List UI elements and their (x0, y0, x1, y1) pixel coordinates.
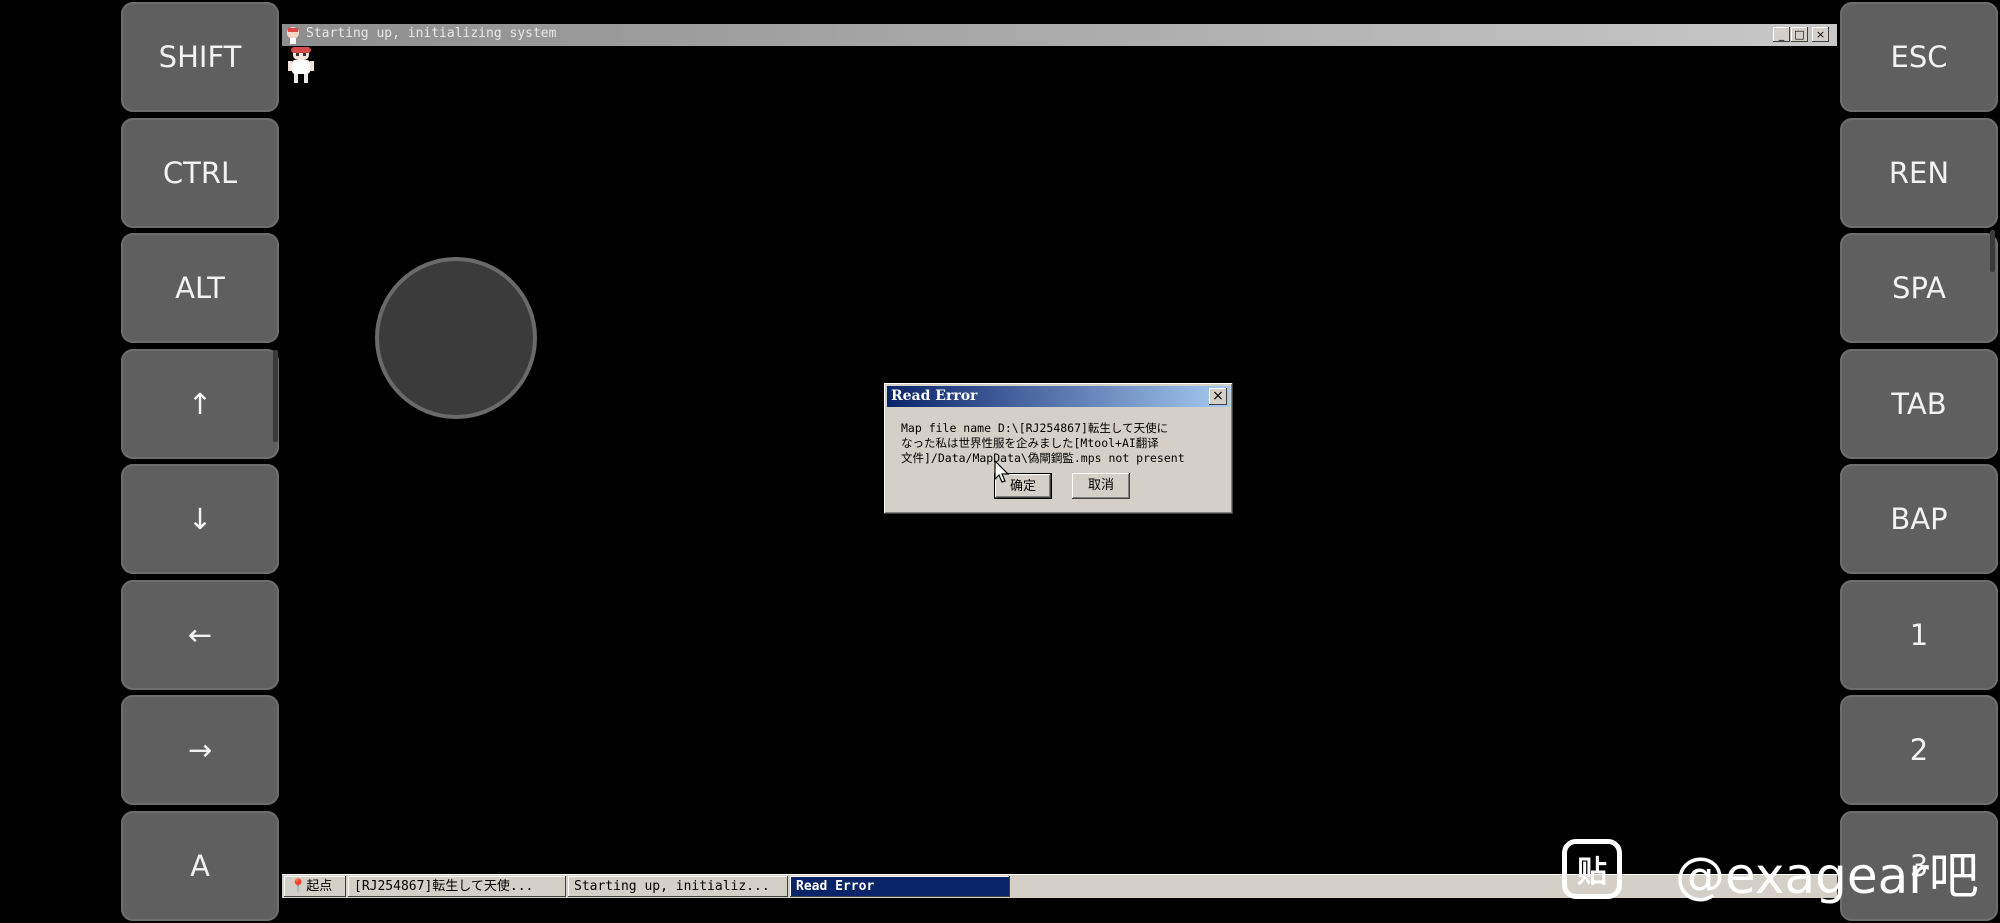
key-esc[interactable]: ESC (1840, 2, 1998, 112)
key-alt[interactable]: ALT (121, 233, 279, 343)
dialog-message-line: なった私は世界性服を企みました[Mtool+AI翻译 (901, 436, 1159, 450)
virtual-joystick[interactable] (375, 257, 537, 419)
key-tab[interactable]: TAB (1840, 349, 1998, 459)
start-button[interactable]: 📍起点 (284, 876, 346, 897)
app-icon (287, 27, 299, 44)
taskbar-item-game[interactable]: [RJ254867]転生して天使... (348, 876, 566, 897)
key-shift[interactable]: SHIFT (121, 2, 279, 112)
left-scrollbar-thumb[interactable] (273, 350, 278, 442)
close-button[interactable]: × (1812, 27, 1829, 42)
window-titlebar[interactable]: Starting up, initializing system _ □ × (282, 24, 1837, 46)
key-up-arrow[interactable]: ↑ (121, 349, 279, 459)
dialog-title: Read Error (891, 388, 978, 404)
dialog-titlebar[interactable]: Read Error × (887, 386, 1230, 407)
maximize-button[interactable]: □ (1791, 27, 1808, 42)
start-pin-icon: 📍 (290, 879, 307, 894)
key-left-arrow[interactable]: ← (121, 580, 279, 690)
dialog-message-line: Map file name D:\[RJ254867]転生して天使に (901, 421, 1169, 435)
window-title: Starting up, initializing system (306, 26, 557, 41)
key-ren[interactable]: REN (1840, 118, 1998, 228)
key-right-arrow[interactable]: → (121, 695, 279, 805)
key-bap[interactable]: BAP (1840, 464, 1998, 574)
read-error-dialog: Read Error × Map file name D:\[RJ254867]… (884, 383, 1233, 514)
emulator-screen: SHIFT CTRL ALT ↑ ↓ ← → A ESC REN SPA TAB… (0, 0, 2000, 923)
key-a[interactable]: A (121, 811, 279, 921)
key-spa[interactable]: SPA (1840, 233, 1998, 343)
taskbar-item-startup[interactable]: Starting up, initializ... (568, 876, 788, 897)
right-scrollbar-thumb[interactable] (1990, 230, 1995, 272)
tieba-logo-icon: 贴 (1562, 839, 1622, 899)
character-sprite-icon (288, 47, 314, 83)
key-down-arrow[interactable]: ↓ (121, 464, 279, 574)
dialog-message-line: 文件]/Data/MapData\偽閘鋼監.mps not present (901, 451, 1185, 465)
cancel-button[interactable]: 取消 (1072, 473, 1130, 499)
watermark-text: @exagear吧 (1675, 847, 1979, 905)
key-1[interactable]: 1 (1840, 580, 1998, 690)
mouse-cursor-icon (994, 460, 1010, 483)
key-2[interactable]: 2 (1840, 695, 1998, 805)
minimize-button[interactable]: _ (1773, 27, 1790, 42)
dialog-close-button[interactable]: × (1209, 388, 1227, 405)
key-ctrl[interactable]: CTRL (121, 118, 279, 228)
start-label: 起点 (306, 879, 333, 894)
taskbar-item-read-error[interactable]: Read Error (790, 876, 1010, 897)
